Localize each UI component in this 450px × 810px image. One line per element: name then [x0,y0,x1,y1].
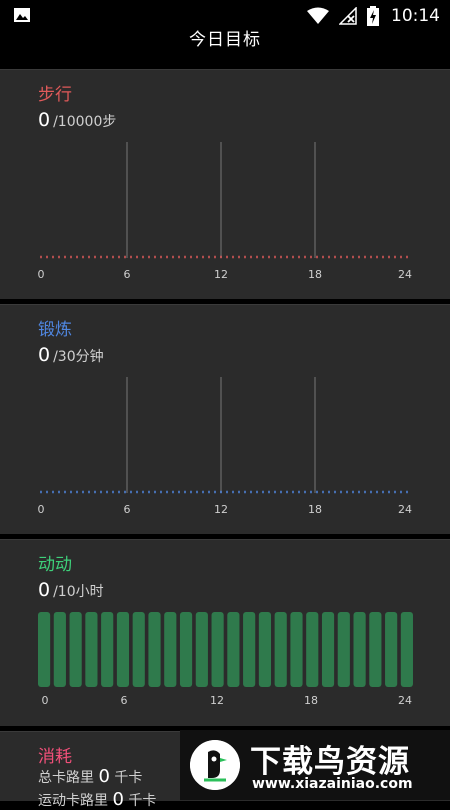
active-hour-bar [211,612,224,687]
active-hour-bar [53,612,66,687]
total-calories-row: 总卡路里 0 千卡 [38,766,142,787]
active-chart [38,612,413,687]
steps-count: 0 [38,109,51,131]
active-tick-6: 6 [120,694,128,707]
active-hour-bar [227,612,240,687]
exercise-tick-0: 0 [37,503,45,516]
exercise-chart [40,377,410,494]
page-header: 今日目标 [0,30,450,68]
active-hour-bar [321,612,335,687]
active-goal: /10小时 [53,584,104,600]
steps-value: 0 /10000步 [38,109,116,131]
active-hour-bar [385,612,398,687]
active-hour-bar [132,612,145,687]
steps-goal: /10000步 [53,114,117,130]
total-calories-unit: 千卡 [114,770,143,786]
active-tick-18: 18 [304,694,318,707]
active-hour-bar [195,612,208,687]
active-hour-bar [306,612,319,687]
active-count: 0 [38,579,51,601]
active-hour-bar [116,612,130,687]
active-calories-label: 运动卡路里 [38,793,108,809]
active-hour-bar [258,612,272,687]
active-hour-bar [353,612,366,687]
active-hour-bar [369,612,382,687]
active-tick-24: 24 [398,694,412,707]
wifi-icon [307,7,329,24]
active-hour-bar [290,612,303,687]
status-bar: 10:14 [0,0,450,30]
steps-tick-6: 6 [123,268,131,281]
active-hour-bar [400,612,413,687]
exercise-tick-12: 12 [214,503,228,516]
exercise-tick-18: 18 [308,503,322,516]
page-title: 今日目标 [189,30,261,50]
active-hour-bar [85,612,98,687]
steps-card[interactable]: 步行 0 /10000步 0 6 12 18 24 [0,69,450,299]
active-hour-bar [274,612,287,687]
active-card[interactable]: 动动 0 /10小时 0 6 12 18 24 [0,539,450,726]
exercise-tick-6: 6 [123,503,131,516]
active-hour-bar [69,612,82,687]
exercise-tick-24: 24 [398,503,412,516]
active-hour-bar [148,612,161,687]
total-calories-value: 0 [98,766,110,787]
status-time: 10:14 [391,6,440,26]
active-hour-bar [38,612,51,687]
image-icon [14,8,30,22]
steps-tick-12: 12 [214,268,228,281]
active-title: 动动 [38,555,72,575]
active-hour-bar [101,612,114,687]
steps-chart [40,142,410,259]
steps-title: 步行 [38,85,72,105]
steps-tick-24: 24 [398,268,412,281]
steps-tick-0: 0 [37,268,45,281]
steps-tick-18: 18 [308,268,322,281]
watermark-url: www.xiazainiao.com [252,776,413,792]
active-hour-bar [337,612,350,687]
watermark-banner: 下载鸟资源 www.xiazainiao.com [180,730,450,800]
active-hour-bar [243,612,256,687]
exercise-goal: /30分钟 [53,349,104,365]
calories-title: 消耗 [38,747,72,767]
exercise-card[interactable]: 锻炼 0 /30分钟 0 6 12 18 24 [0,304,450,534]
exercise-title: 锻炼 [38,320,72,340]
exercise-count: 0 [38,344,51,366]
watermark-title: 下载鸟资源 [250,744,410,780]
total-calories-label: 总卡路里 [38,770,94,786]
active-value: 0 /10小时 [38,579,104,601]
active-hour-bar [179,612,193,687]
battery-charging-icon [367,6,379,26]
active-calories-unit: 千卡 [128,793,157,809]
no-signal-icon [339,7,357,25]
active-hour-bar [164,612,177,687]
bird-logo-icon [190,740,240,790]
active-tick-12: 12 [210,694,224,707]
active-tick-0: 0 [41,694,49,707]
exercise-value: 0 /30分钟 [38,344,104,366]
